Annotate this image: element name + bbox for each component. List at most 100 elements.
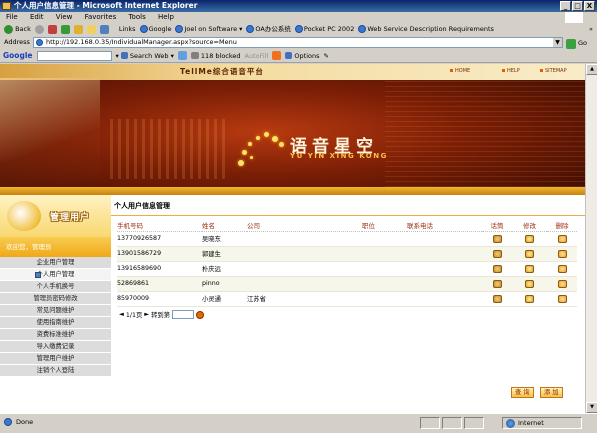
menu-help[interactable]: Help xyxy=(158,13,174,21)
highlight-icon[interactable] xyxy=(272,51,282,60)
sidebar-item-label: 个人用户管理 xyxy=(36,271,75,278)
google-search-button[interactable]: ▾ Search Web ▾ xyxy=(116,49,174,63)
delete-icon[interactable] xyxy=(557,234,567,243)
column-header-feed: 话筒 xyxy=(482,219,512,232)
sidebar-item-enterprise-users[interactable]: 企业用户管理 xyxy=(0,257,111,269)
cell-company xyxy=(247,261,362,277)
link-label: Pocket PC 2002 xyxy=(303,25,355,33)
menu-tools[interactable]: Tools xyxy=(128,13,145,21)
column-header-company[interactable]: 公司 xyxy=(247,219,362,232)
sidebar-item-admin-users[interactable]: 管理用户维护 xyxy=(0,353,111,365)
cell-position xyxy=(362,246,407,262)
menu-favorites[interactable]: Favorites xyxy=(85,13,117,21)
link-wsdr[interactable]: Web Service Description Requirements xyxy=(358,23,494,36)
home-icon[interactable] xyxy=(73,25,83,34)
sidebar: 管理用户 欢迎您，管理员 企业用户管理 个人用户管理 个人手机换号 管理员密码修… xyxy=(0,195,111,413)
scroll-down-icon[interactable]: ▼ xyxy=(586,402,597,413)
cell-tel xyxy=(407,291,482,307)
address-bar: Address http://192.168.0.35/IndividualMa… xyxy=(0,36,597,49)
feed-icon[interactable] xyxy=(492,294,502,303)
search-web-label: Search Web xyxy=(129,51,169,60)
column-header-position[interactable]: 职位 xyxy=(362,219,407,232)
feed-icon[interactable] xyxy=(492,279,502,288)
sidebar-item-change-phone[interactable]: 个人手机换号 xyxy=(0,281,111,293)
query-button[interactable]: 查 询 xyxy=(511,387,534,398)
delete-icon[interactable] xyxy=(557,249,567,258)
cell-name: pinno xyxy=(202,276,247,292)
cell-position xyxy=(362,231,407,247)
home-link[interactable]: HOME xyxy=(450,68,470,74)
vertical-scrollbar[interactable]: ▲ ▼ xyxy=(585,64,597,413)
autofill-button[interactable]: AutoFill xyxy=(245,49,269,63)
options-button[interactable]: Options xyxy=(285,49,320,63)
sidebar-item-tariff[interactable]: 资费标准维护 xyxy=(0,329,111,341)
goto-page-input[interactable] xyxy=(172,310,195,319)
delete-icon[interactable] xyxy=(557,294,567,303)
sidebar-item-individual-users[interactable]: 个人用户管理 xyxy=(0,269,111,281)
close-button[interactable]: X xyxy=(584,1,595,11)
pagination: ◄ 1/1页 ► 转到第 xyxy=(119,310,205,319)
sidebar-item-logout[interactable]: 注销个人登陆 xyxy=(0,365,111,377)
feed-icon[interactable] xyxy=(492,249,502,258)
address-dropdown-icon[interactable]: ▼ xyxy=(553,38,562,47)
delete-icon[interactable] xyxy=(557,279,567,288)
toolbar-overflow[interactable]: » xyxy=(589,23,593,36)
sidebar-item-guide[interactable]: 使用指南维护 xyxy=(0,317,111,329)
sitemap-link[interactable]: SITEMAP xyxy=(540,68,567,74)
link-oa[interactable]: OA办公系统 xyxy=(246,23,291,36)
link-joel[interactable]: Joel on Software ▾ xyxy=(175,23,242,36)
maximize-button[interactable]: □ xyxy=(572,1,583,11)
sidebar-item-change-password[interactable]: 管理员密码修改 xyxy=(0,293,111,305)
page-title: 个人用户信息管理 xyxy=(114,202,170,210)
site-banner: TellMe综合语音平台 HOME HELP SITEMAP 语音星空 YU Y… xyxy=(0,64,585,187)
status-message: Done xyxy=(4,418,33,426)
pagerank-icon[interactable] xyxy=(177,51,187,60)
edit-icon[interactable] xyxy=(525,279,534,288)
delete-icon[interactable] xyxy=(557,264,567,273)
minimize-button[interactable]: _ xyxy=(560,1,571,11)
goto-page-button[interactable] xyxy=(196,310,205,319)
link-label: Joel on Software xyxy=(184,25,238,33)
sidebar-item-import-payments[interactable]: 导入缴费记录 xyxy=(0,341,111,353)
address-input[interactable]: http://192.168.0.35/IndividualManager.as… xyxy=(33,37,563,48)
table-row: 13770926587 吴晓东 xyxy=(117,231,577,247)
forward-icon[interactable] xyxy=(34,25,44,34)
google-logo[interactable]: Google xyxy=(3,49,33,63)
edit-icon[interactable] xyxy=(525,264,534,273)
edit-icon[interactable] xyxy=(525,234,534,243)
pencil-icon[interactable]: ✎ xyxy=(324,49,329,63)
cell-name: 吴晓东 xyxy=(202,231,247,247)
banner-divider xyxy=(0,187,585,195)
back-button[interactable]: Back xyxy=(4,23,31,36)
stop-icon[interactable] xyxy=(47,25,57,34)
sidebar-item-faq[interactable]: 常见问题维护 xyxy=(0,305,111,317)
column-header-tel[interactable]: 联系电话 xyxy=(407,219,482,232)
link-google[interactable]: Google xyxy=(139,23,171,36)
prev-page-button[interactable]: ◄ xyxy=(119,311,124,318)
add-button[interactable]: 添 加 xyxy=(540,387,563,398)
menu-edit[interactable]: Edit xyxy=(30,13,44,21)
menu-file[interactable]: File xyxy=(6,13,18,21)
column-header-name[interactable]: 姓名 xyxy=(202,219,247,232)
google-toolbar: Google ▾ Search Web ▾ 118 blocked AutoFi… xyxy=(0,49,597,63)
column-header-phone[interactable]: 手机号码 xyxy=(117,219,202,232)
next-page-button[interactable]: ► xyxy=(144,311,149,318)
help-link[interactable]: HELP xyxy=(502,68,520,74)
link-pocketpc[interactable]: Pocket PC 2002 xyxy=(294,23,355,36)
history-icon[interactable] xyxy=(99,25,109,34)
cell-tel xyxy=(407,276,482,292)
feed-icon[interactable] xyxy=(492,264,502,273)
window-title: 个人用户信息管理 - Microsoft Internet Explorer xyxy=(14,1,198,10)
refresh-icon[interactable] xyxy=(60,25,70,34)
cell-tel xyxy=(407,261,482,277)
go-arrow-icon xyxy=(566,38,576,49)
google-search-input[interactable] xyxy=(36,50,112,61)
edit-icon[interactable] xyxy=(525,294,534,303)
favorites-icon[interactable] xyxy=(86,25,96,34)
scroll-up-icon[interactable]: ▲ xyxy=(586,64,597,75)
popup-blocker[interactable]: 118 blocked xyxy=(190,49,241,63)
cell-company xyxy=(247,246,362,262)
feed-icon[interactable] xyxy=(492,234,502,243)
menu-view[interactable]: View xyxy=(56,13,73,21)
edit-icon[interactable] xyxy=(525,249,534,258)
